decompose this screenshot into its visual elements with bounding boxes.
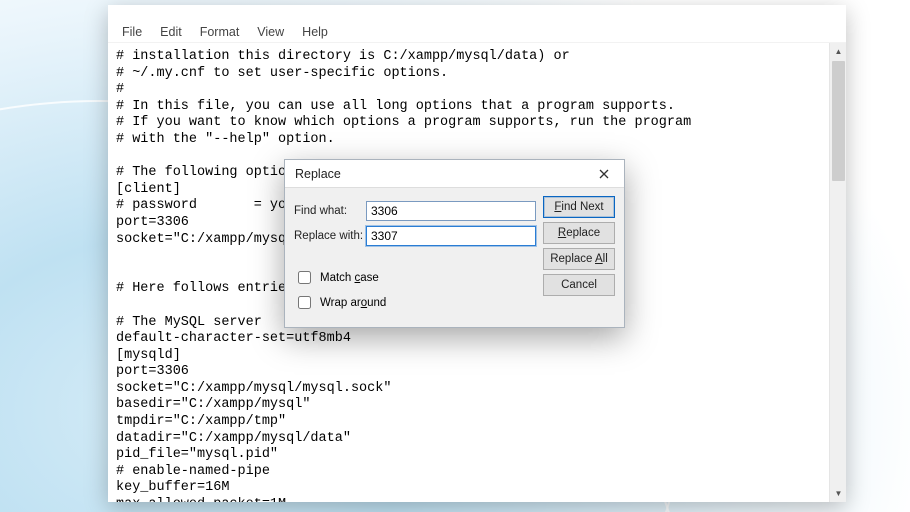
menu-edit[interactable]: Edit bbox=[152, 23, 190, 41]
dialog-titlebar[interactable]: Replace bbox=[285, 160, 624, 188]
menu-view[interactable]: View bbox=[249, 23, 292, 41]
scroll-thumb[interactable] bbox=[832, 61, 845, 181]
replace-button[interactable]: Replace bbox=[543, 222, 615, 244]
scroll-up-button[interactable]: ▲ bbox=[830, 43, 846, 60]
dialog-buttons: Find Next Replace Replace All Cancel bbox=[543, 196, 615, 296]
replace-dialog: Replace Find what: Replace with: Match c… bbox=[284, 159, 625, 328]
find-what-input[interactable] bbox=[366, 201, 536, 221]
scroll-down-button[interactable]: ▼ bbox=[830, 485, 846, 502]
replace-all-button[interactable]: Replace All bbox=[543, 248, 615, 270]
match-case-label: Match case bbox=[320, 272, 379, 284]
match-case-box[interactable] bbox=[298, 271, 311, 284]
menu-format[interactable]: Format bbox=[192, 23, 248, 41]
wrap-around-box[interactable] bbox=[298, 296, 311, 309]
menu-file[interactable]: File bbox=[114, 23, 150, 41]
close-icon[interactable] bbox=[590, 163, 618, 185]
vertical-scrollbar[interactable]: ▲ ▼ bbox=[829, 43, 846, 502]
titlebar[interactable] bbox=[108, 5, 846, 21]
replace-with-input[interactable] bbox=[366, 226, 536, 246]
wrap-around-label: Wrap around bbox=[320, 297, 386, 309]
dialog-body: Find what: Replace with: Match case Wrap… bbox=[285, 188, 624, 320]
find-next-button[interactable]: Find Next bbox=[543, 196, 615, 218]
desktop-background: File Edit Format View Help # installatio… bbox=[0, 0, 910, 512]
dialog-title-text: Replace bbox=[295, 167, 341, 181]
menubar: File Edit Format View Help bbox=[108, 21, 846, 43]
replace-with-label: Replace with: bbox=[294, 230, 366, 242]
find-what-label: Find what: bbox=[294, 205, 366, 217]
cancel-button[interactable]: Cancel bbox=[543, 274, 615, 296]
menu-help[interactable]: Help bbox=[294, 23, 336, 41]
